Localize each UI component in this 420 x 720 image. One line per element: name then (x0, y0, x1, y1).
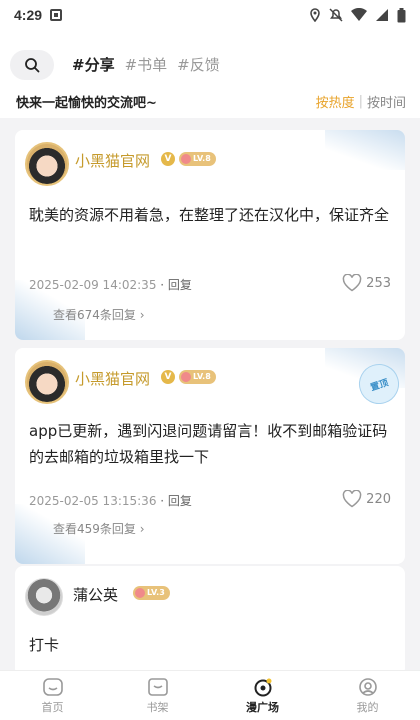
card-decoration (325, 130, 405, 170)
post-content[interactable]: app已更新，遇到闪退问题请留言！收不到邮箱验证码的去邮箱的垃圾箱里找一下 (29, 418, 394, 470)
avatar[interactable] (25, 142, 69, 186)
bottom-nav: 首页 书架 漫广场 我的 (0, 670, 420, 720)
username[interactable]: 小黑猫官网 (75, 150, 150, 171)
post-date: 2025-02-09 14:02:35 (29, 278, 157, 292)
like-button[interactable]: 253 (342, 274, 391, 292)
heart-icon (342, 490, 362, 508)
header: #分享 #书单 #反馈 快来一起愉快的交流吧~ 按热度 | 按时间 (0, 30, 420, 118)
see-replies-label: 查看459条回复 (53, 522, 136, 536)
level-badge: LV.3 (133, 586, 170, 600)
tab-share[interactable]: #分享 (72, 54, 115, 75)
status-icons (309, 7, 406, 23)
level-badge: LV.8 (179, 370, 216, 384)
post-content[interactable]: 打卡 (29, 632, 394, 658)
sort-by-hot[interactable]: 按热度 (316, 92, 355, 111)
see-replies-label: 查看674条回复 (53, 308, 136, 322)
post-feed[interactable]: 小黑猫官网 V LV.8 耽美的资源不用着急，在整理了还在汉化中，保证齐全 20… (0, 118, 420, 670)
plaza-icon (254, 678, 271, 696)
notification-icon (50, 9, 63, 21)
home-icon (42, 677, 63, 696)
signal-icon (376, 9, 388, 21)
nav-bookshelf[interactable]: 书架 (105, 671, 210, 720)
battery-icon (397, 7, 406, 22)
see-replies-link[interactable]: 查看674条回复 › (53, 306, 145, 323)
tab-booklist[interactable]: #书单 (125, 54, 168, 75)
nav-plaza[interactable]: 漫广场 (210, 671, 315, 720)
sort-options: 按热度 | 按时间 (316, 92, 406, 111)
avatar[interactable] (25, 578, 63, 616)
post-meta: 2025-02-09 14:02:35 · 回复 (29, 276, 192, 293)
like-count: 253 (366, 275, 391, 291)
post-date: 2025-02-05 13:15:36 (29, 494, 157, 508)
reply-button[interactable]: · 回复 (160, 494, 192, 508)
sort-separator: | (358, 94, 363, 109)
see-replies-link[interactable]: 查看459条回复 › (53, 520, 145, 537)
status-bar: 4:29 (0, 0, 420, 30)
nav-home[interactable]: 首页 (0, 671, 105, 720)
chevron-right-icon: › (139, 522, 145, 536)
like-button[interactable]: 220 (342, 490, 391, 508)
post-content[interactable]: 耽美的资源不用着急，在整理了还在汉化中，保证齐全 (29, 202, 394, 228)
level-badge: LV.8 (179, 152, 216, 166)
verified-icon: V (161, 370, 175, 384)
nav-profile-label: 我的 (356, 700, 379, 714)
nav-plaza-label: 漫广场 (246, 700, 279, 714)
location-icon (310, 8, 320, 22)
reply-button[interactable]: · 回复 (160, 278, 192, 292)
tab-feedback[interactable]: #反馈 (177, 54, 220, 75)
bookshelf-icon (147, 677, 168, 696)
nav-home-label: 首页 (41, 700, 64, 714)
verified-icon: V (161, 152, 175, 166)
nav-profile[interactable]: 我的 (315, 671, 420, 720)
topic-tabs: #分享 #书单 #反馈 (72, 54, 220, 75)
nav-bookshelf-label: 书架 (146, 700, 169, 714)
page-subtitle: 快来一起愉快的交流吧~ (16, 96, 157, 111)
avatar[interactable] (25, 360, 69, 404)
search-icon (25, 58, 40, 73)
chevron-right-icon: › (139, 308, 145, 322)
search-button[interactable] (10, 50, 54, 80)
heart-icon (342, 274, 362, 292)
like-count: 220 (366, 491, 391, 507)
wifi-icon (351, 8, 367, 21)
username[interactable]: 小黑猫官网 (75, 368, 150, 389)
mute-icon (329, 8, 343, 22)
post-card[interactable]: 小黑猫官网 V LV.8 耽美的资源不用着急，在整理了还在汉化中，保证齐全 20… (15, 130, 405, 340)
username[interactable]: 蒲公英 (73, 584, 118, 605)
post-card[interactable]: 置顶 小黑猫官网 V LV.8 app已更新，遇到闪退问题请留言！收不到邮箱验证… (15, 348, 405, 564)
profile-icon (358, 677, 377, 696)
post-meta: 2025-02-05 13:15:36 · 回复 (29, 492, 192, 509)
sort-by-time[interactable]: 按时间 (367, 92, 406, 111)
post-card[interactable]: 蒲公英 LV.3 打卡 (15, 566, 405, 670)
status-time: 4:29 (14, 7, 43, 23)
